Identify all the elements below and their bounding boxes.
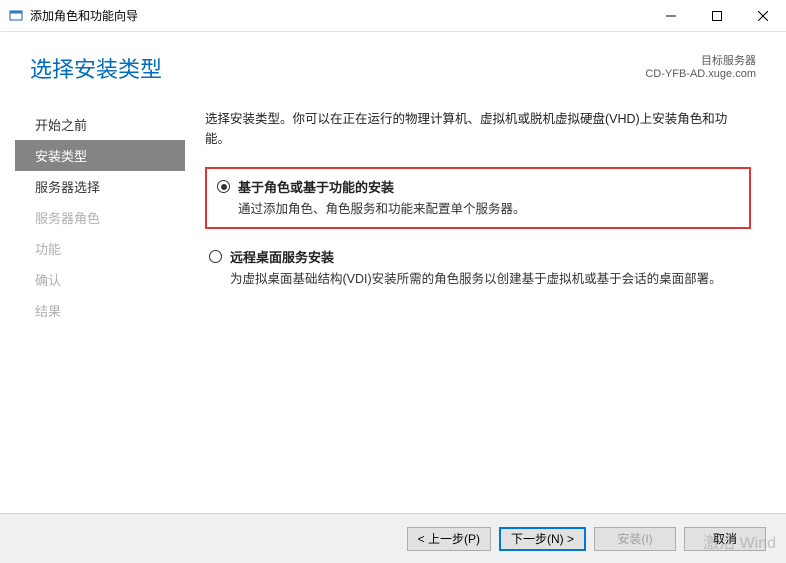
sidebar-item-results: 结果 — [15, 295, 185, 326]
sidebar-item-before-begin[interactable]: 开始之前 — [15, 109, 185, 140]
sidebar-item-server-roles: 服务器角色 — [15, 202, 185, 233]
radio-indicator[interactable] — [217, 180, 230, 193]
radio-label: 远程桌面服务安装 — [230, 247, 334, 266]
window-controls — [648, 0, 786, 32]
server-name: CD-YFB-AD.xuge.com — [645, 68, 756, 80]
minimize-button[interactable] — [648, 0, 694, 32]
window-title: 添加角色和功能向导 — [30, 7, 648, 24]
install-button: 安装(I) — [594, 527, 676, 551]
app-icon — [8, 8, 24, 24]
sidebar-item-confirm: 确认 — [15, 264, 185, 295]
close-button[interactable] — [740, 0, 786, 32]
header-section: 选择安装类型 目标服务器 CD-YFB-AD.xuge.com — [0, 32, 786, 99]
radio-label: 基于角色或基于功能的安装 — [238, 177, 394, 196]
content-area: 开始之前 安装类型 服务器选择 服务器角色 功能 确认 结果 选择安装类型。你可… — [0, 99, 786, 519]
radio-line: 基于角色或基于功能的安装 — [217, 177, 739, 196]
cancel-button[interactable]: 取消 — [684, 527, 766, 551]
radio-description: 为虚拟桌面基础结构(VDI)安装所需的角色服务以创建基于虚拟机或基于会话的桌面部… — [230, 270, 751, 289]
sidebar-item-features: 功能 — [15, 233, 185, 264]
sidebar-item-server-select[interactable]: 服务器选择 — [15, 171, 185, 202]
footer: < 上一步(P) 下一步(N) > 安装(I) 取消 — [0, 513, 786, 563]
main-panel: 选择安装类型。你可以在正在运行的物理计算机、虚拟机或脱机虚拟硬盘(VHD)上安装… — [185, 99, 771, 519]
sidebar-item-install-type[interactable]: 安装类型 — [15, 140, 185, 171]
radio-option-role-based[interactable]: 基于角色或基于功能的安装 通过添加角色、角色服务和功能来配置单个服务器。 — [205, 167, 751, 229]
titlebar: 添加角色和功能向导 — [0, 0, 786, 32]
radio-indicator[interactable] — [209, 250, 222, 263]
radio-line: 远程桌面服务安装 — [209, 247, 751, 266]
page-title: 选择安装类型 — [30, 52, 162, 84]
prev-button[interactable]: < 上一步(P) — [407, 527, 491, 551]
intro-text: 选择安装类型。你可以在正在运行的物理计算机、虚拟机或脱机虚拟硬盘(VHD)上安装… — [205, 109, 751, 149]
next-button[interactable]: 下一步(N) > — [499, 527, 586, 551]
radio-option-remote-desktop[interactable]: 远程桌面服务安装 为虚拟桌面基础结构(VDI)安装所需的角色服务以创建基于虚拟机… — [205, 247, 751, 289]
server-label: 目标服务器 — [645, 52, 756, 68]
sidebar: 开始之前 安装类型 服务器选择 服务器角色 功能 确认 结果 — [15, 99, 185, 519]
server-info: 目标服务器 CD-YFB-AD.xuge.com — [645, 52, 756, 80]
maximize-button[interactable] — [694, 0, 740, 32]
radio-description: 通过添加角色、角色服务和功能来配置单个服务器。 — [238, 200, 739, 219]
